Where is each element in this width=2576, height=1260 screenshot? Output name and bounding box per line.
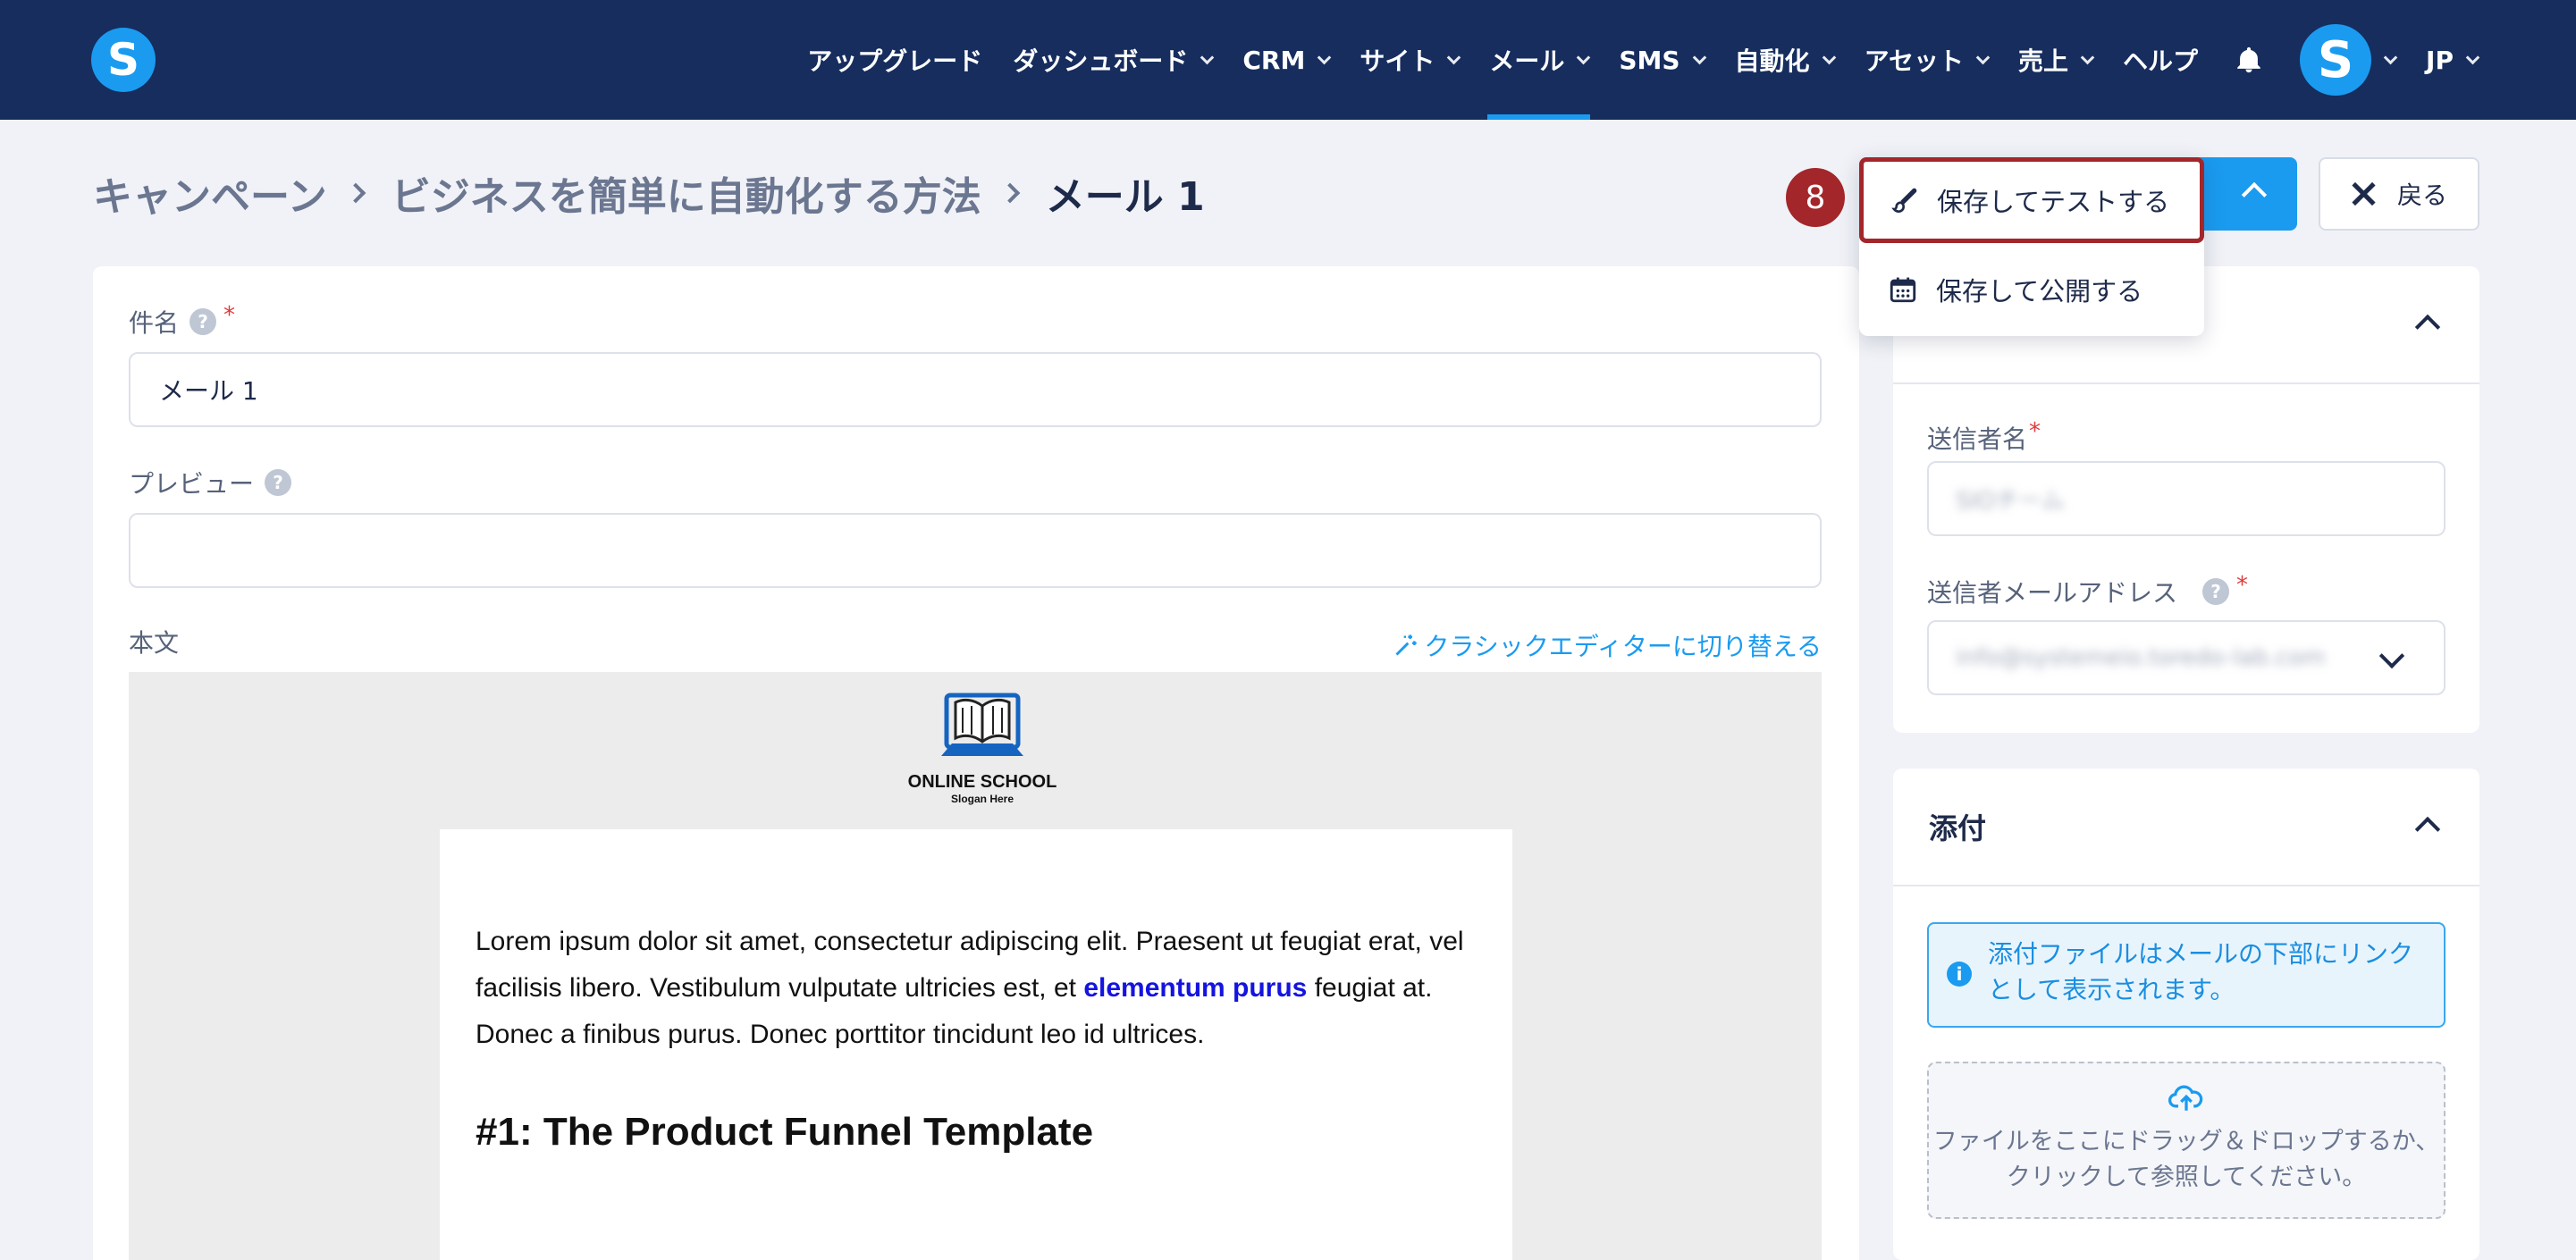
nav-item-crm[interactable]: CRM	[1242, 0, 1332, 120]
nav-item-sms[interactable]: SMS	[1619, 0, 1706, 120]
required-mark: *	[2236, 572, 2249, 599]
nav-item-help[interactable]: ヘルプ	[2123, 0, 2198, 120]
chevron-up-icon[interactable]	[2241, 181, 2268, 208]
email-inline-link[interactable]: elementum purus	[1083, 973, 1307, 1003]
nav-item-upgrade[interactable]: アップグレード	[807, 0, 982, 120]
chevron-down-icon	[2378, 643, 2405, 669]
required-mark: *	[2029, 418, 2041, 445]
sender-email-select[interactable]: info@systemeio.toredo-lab.com	[1927, 620, 2446, 695]
chevron-down-icon	[1317, 50, 1332, 64]
attachment-info: i 添付ファイルはメールの下部にリンクとして表示されます。	[1927, 922, 2446, 1028]
attachments-panel: 添付 i 添付ファイルはメールの下部にリンクとして表示されます。 ファイルをここ…	[1893, 769, 2479, 1260]
chevron-down-icon	[1200, 50, 1215, 64]
page-title: メール 1	[1045, 174, 1205, 220]
avatar-menu-toggle[interactable]	[2383, 0, 2398, 120]
subject-input[interactable]: メール 1	[129, 352, 1822, 427]
nav-item-dashboard[interactable]: ダッシュボード	[1013, 0, 1215, 120]
preview-label: プレビュー ?	[129, 465, 292, 500]
nav-item-sales[interactable]: 売上	[2018, 0, 2095, 120]
brush-icon	[1891, 188, 1917, 214]
chevron-down-icon	[1692, 50, 1706, 64]
language-selector[interactable]: JP	[2426, 0, 2480, 120]
nav-item-sites[interactable]: サイト	[1360, 0, 1461, 120]
email-editor-card: 件名 ? * メール 1 プレビュー ? 本文 クラシックエディターに切り替える…	[93, 266, 1859, 1260]
calendar-icon	[1890, 277, 1916, 303]
cloud-upload-icon	[2168, 1085, 2203, 1111]
chevron-right-icon	[999, 182, 1021, 204]
save-and-test-option[interactable]: 保存してテストする	[1859, 157, 2204, 243]
app-logo[interactable]: S	[91, 28, 156, 92]
email-canvas[interactable]: ONLINE SCHOOL Slogan Here Lorem ipsum do…	[129, 672, 1822, 1260]
sender-name-input[interactable]: SIOチーム	[1927, 461, 2446, 536]
nav-item-email[interactable]: メール	[1487, 0, 1591, 120]
breadcrumb: キャンペーン ビジネスを簡単に自動化する方法 メール 1	[93, 164, 1205, 222]
breadcrumb-campaigns[interactable]: キャンペーン	[93, 164, 327, 222]
chevron-down-icon	[2383, 50, 2398, 64]
nav-item-automation[interactable]: 自動化	[1735, 0, 1836, 120]
info-icon: i	[1947, 962, 1972, 987]
bell-icon[interactable]	[2234, 45, 2264, 75]
email-paragraph[interactable]: Lorem ipsum dolor sit amet, consectetur …	[476, 919, 1477, 1058]
sender-panel: 送信者名 * SIOチーム 送信者メールアドレス ? * info@system…	[1893, 266, 2479, 733]
email-content[interactable]: Lorem ipsum dolor sit amet, consectetur …	[440, 829, 1512, 1260]
breadcrumb-campaign[interactable]: ビジネスを簡単に自動化する方法	[391, 164, 981, 222]
chevron-up-icon[interactable]	[2414, 314, 2441, 340]
subject-label: 件名 ? *	[129, 302, 236, 338]
switch-editor-link[interactable]: クラシックエディターに切り替える	[1393, 627, 1822, 663]
required-mark: *	[223, 302, 236, 329]
attachments-panel-header[interactable]: 添付	[1893, 769, 2479, 886]
save-options-dropdown: 保存してテストする 保存して公開する	[1859, 157, 2204, 336]
file-dropzone[interactable]: ファイルをここにドラッグ＆ドロップするか、クリックして参照してください。	[1927, 1062, 2446, 1219]
chevron-right-icon	[345, 182, 366, 204]
chevron-down-icon	[1447, 50, 1461, 64]
book-laptop-icon	[941, 693, 1023, 756]
step-badge: 8	[1786, 168, 1845, 227]
sender-email-label: 送信者メールアドレス ? *	[1927, 572, 2249, 608]
email-heading[interactable]: #1: The Product Funnel Template	[476, 1110, 1477, 1155]
help-icon[interactable]: ?	[265, 469, 292, 496]
chevron-down-icon	[1822, 50, 1836, 64]
main-menu: アップグレード ダッシュボード CRM サイト メール SMS 自動化 アセット…	[777, 0, 2480, 120]
chevron-down-icon	[2465, 50, 2480, 64]
save-and-publish-option[interactable]: 保存して公開する	[1859, 247, 2204, 332]
top-navigation: S アップグレード ダッシュボード CRM サイト メール SMS 自動化 アセ…	[0, 0, 2576, 120]
magic-wand-icon	[1395, 634, 1418, 656]
preview-input[interactable]	[129, 513, 1822, 588]
help-icon[interactable]: ?	[2202, 578, 2230, 605]
body-label: 本文	[129, 628, 180, 658]
sender-name-label: 送信者名 *	[1927, 418, 2041, 454]
chevron-down-icon	[1577, 50, 1591, 64]
chevron-down-icon	[1975, 50, 1991, 64]
help-icon[interactable]: ?	[189, 308, 217, 335]
chevron-down-icon	[2080, 50, 2095, 64]
close-icon	[2351, 181, 2376, 206]
chevron-up-icon[interactable]	[2414, 816, 2441, 843]
nav-item-assets[interactable]: アセット	[1865, 0, 1991, 120]
school-logo[interactable]: ONLINE SCHOOL Slogan Here	[906, 688, 1058, 805]
user-avatar[interactable]: S	[2300, 24, 2372, 96]
back-button[interactable]: 戻る	[2319, 157, 2479, 231]
